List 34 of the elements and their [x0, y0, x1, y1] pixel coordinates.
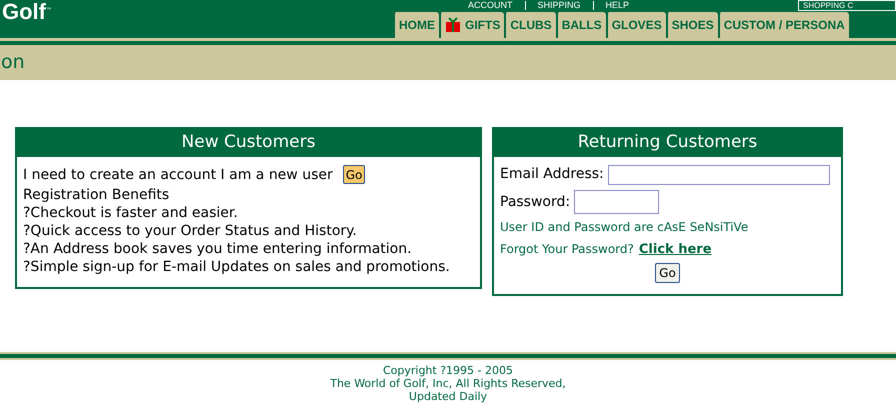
- benefit-text: ?Checkout is faster and easier.: [23, 204, 239, 222]
- help-link[interactable]: HELP: [606, 0, 630, 11]
- gift-icon: [445, 17, 461, 33]
- go-button[interactable]: Go: [342, 165, 366, 184]
- forgot-password-text: Forgot Your Password?: [500, 241, 634, 258]
- benefits-title: Registration Benefits: [23, 186, 170, 204]
- nav-tab[interactable]: SHOES: [666, 12, 718, 38]
- benefit-text: ?An Address book saves you time entering information.: [23, 240, 413, 258]
- panel-title: Returning Customers: [578, 131, 758, 154]
- shipping-link[interactable]: SHIPPING: [538, 0, 581, 11]
- email-field[interactable]: [608, 164, 830, 184]
- click-here-link[interactable]: Click here: [638, 240, 712, 260]
- panel-title: New Customers: [182, 131, 316, 154]
- nav-tab[interactable]: GLOVES: [606, 12, 666, 38]
- nav-tab[interactable]: BALLS: [556, 12, 606, 38]
- email-label: Email Address:: [500, 165, 604, 184]
- page-title: on: [1, 50, 25, 76]
- password-field[interactable]: [574, 190, 660, 214]
- benefit-text: ?Simple sign-up for E-mail Updates on sales and promotions.: [23, 258, 451, 276]
- nav-tab[interactable]: GIFTS: [439, 12, 504, 38]
- nav-tab[interactable]: CLUBS: [504, 12, 556, 38]
- intro-text: I need to create an account I am a new user: [23, 166, 333, 184]
- benefit-text: ?Quick access to your Order Status and History.: [23, 222, 358, 240]
- nav-tab[interactable]: CUSTOM / PERSONA: [718, 12, 849, 38]
- password-label: Password:: [500, 192, 570, 212]
- footer-text: Copyright ?1995 - 2005: [382, 364, 514, 377]
- footer-text: Updated Daily: [408, 390, 488, 403]
- nav-tab[interactable]: HOME: [393, 12, 439, 38]
- case-sensitive-note: User ID and Password are cAsE SeNsiTiVe: [500, 219, 750, 236]
- footer-text: The World of Golf, Inc, All Rights Reserved,: [330, 377, 566, 390]
- cart-box[interactable]: SHOPPING C: [798, 0, 896, 11]
- account-link[interactable]: ACCOUNT: [468, 0, 512, 11]
- logo: Golf: [2, 0, 46, 24]
- go-button[interactable]: Go: [655, 262, 680, 282]
